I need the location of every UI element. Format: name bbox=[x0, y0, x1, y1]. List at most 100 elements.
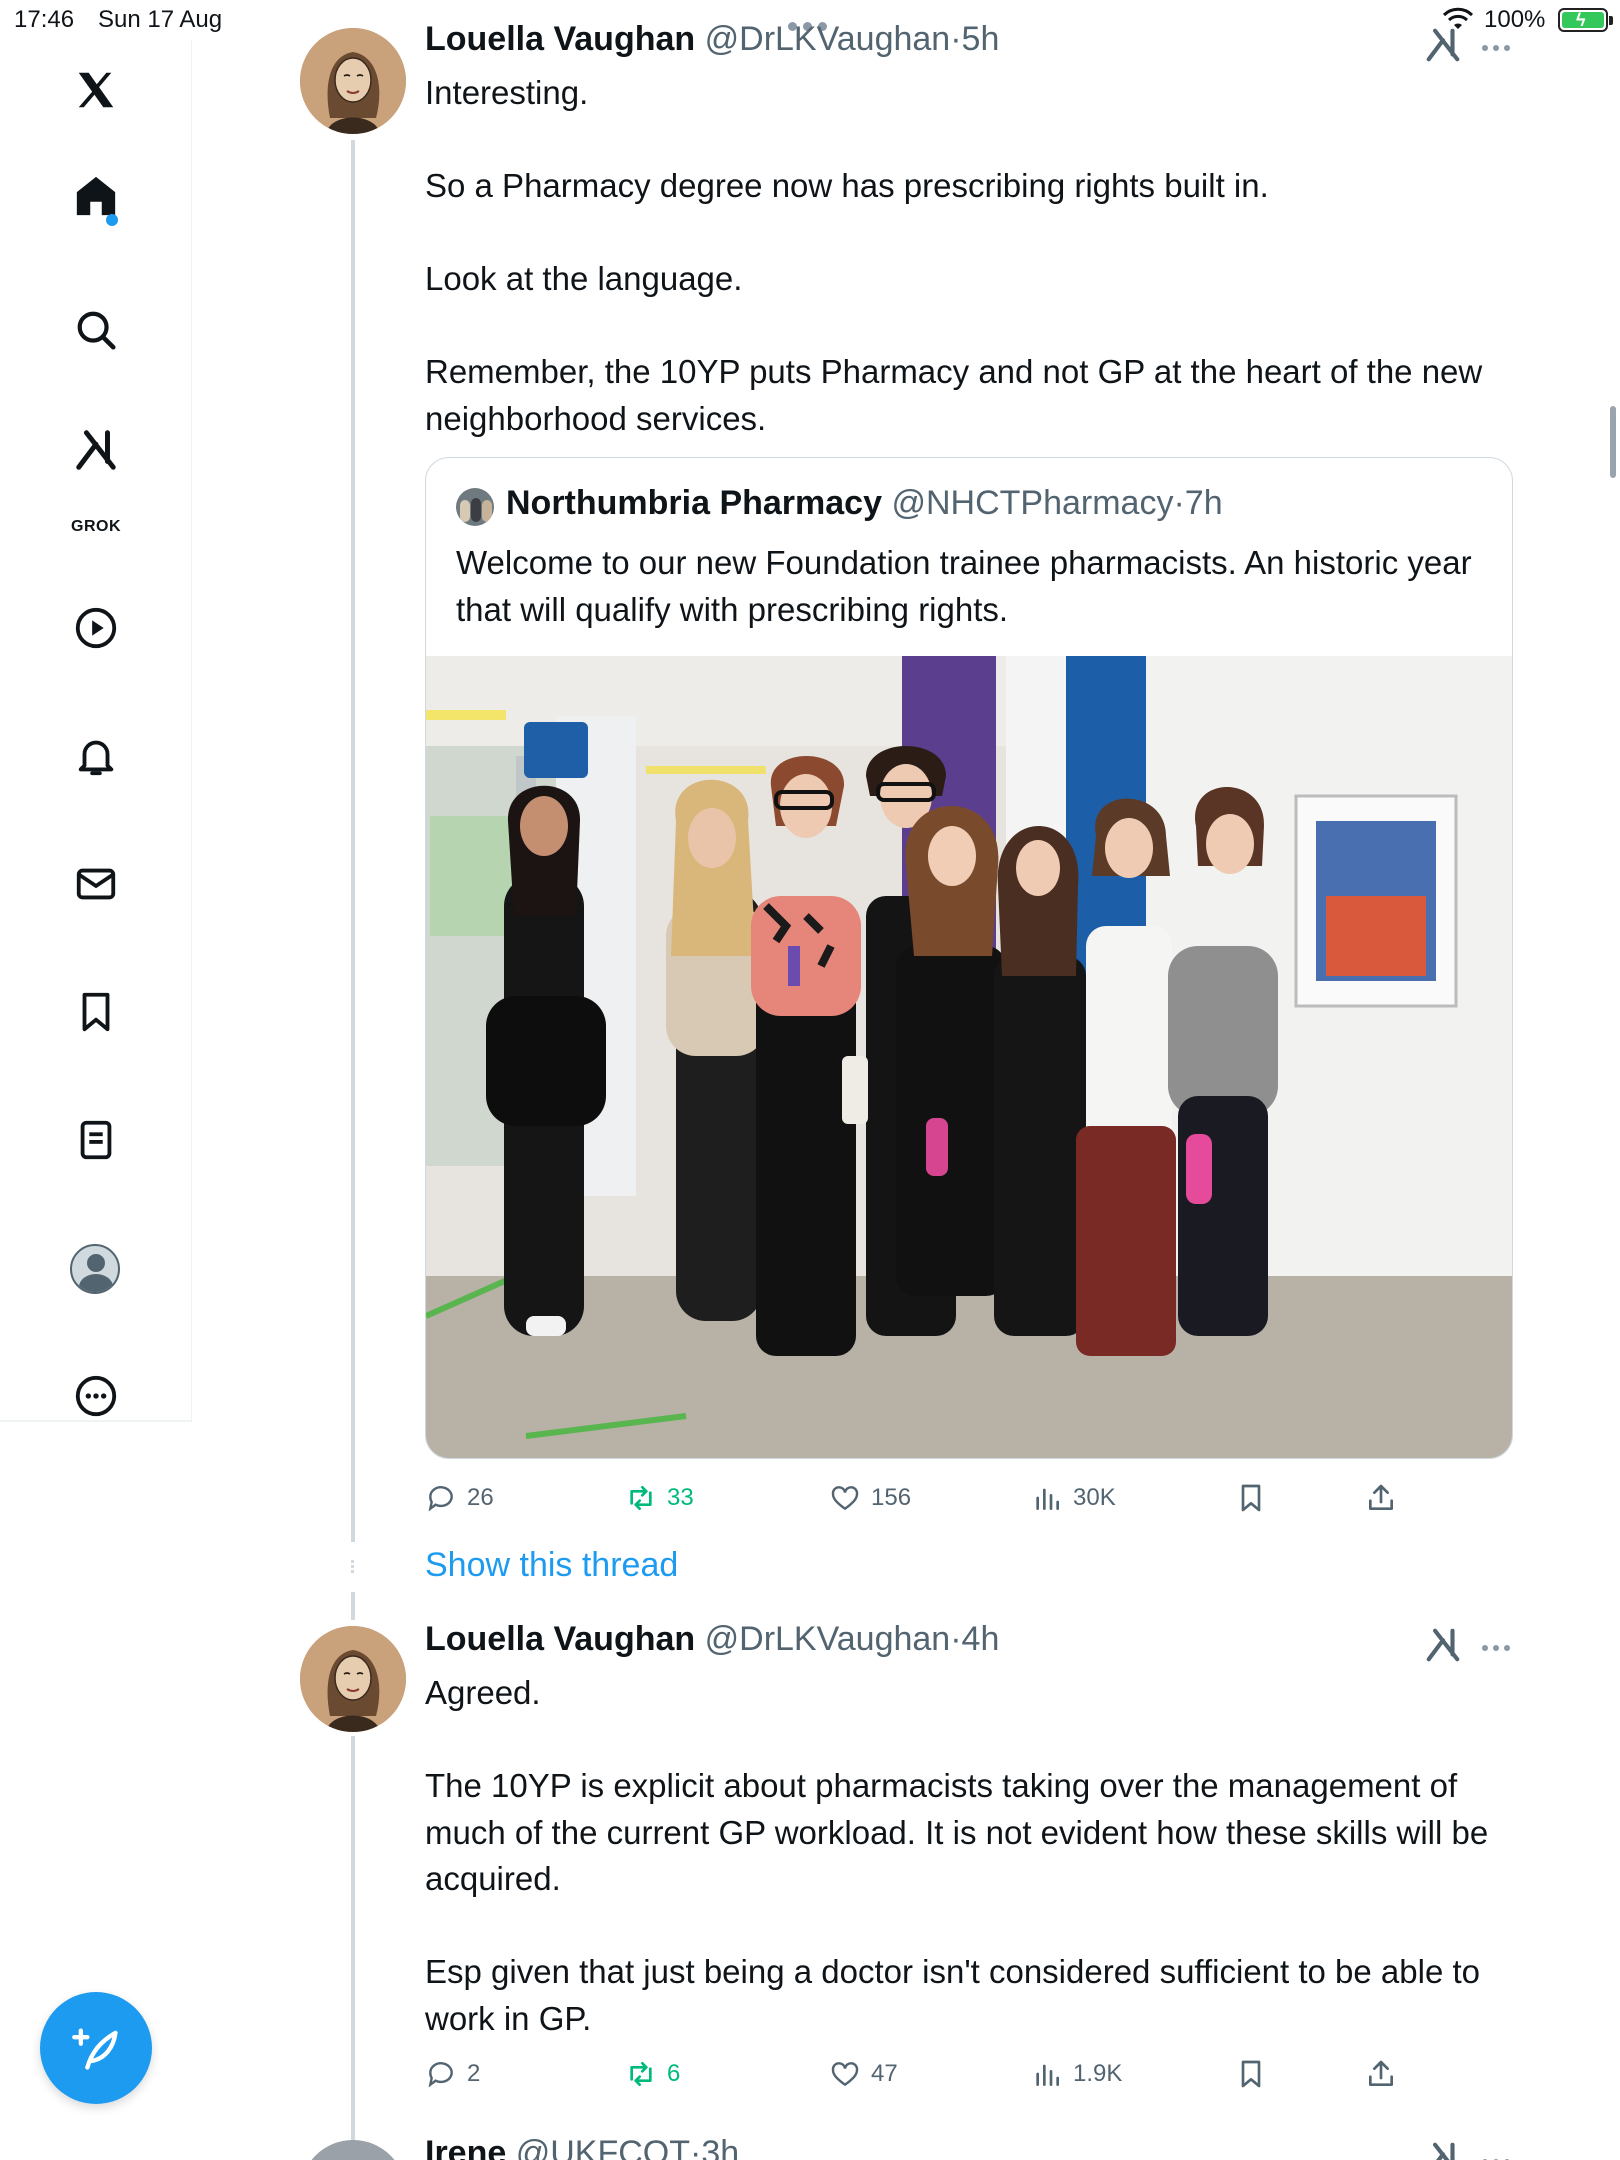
author-handle[interactable]: @DrLKVaughan bbox=[705, 20, 951, 58]
more-options-icon[interactable] bbox=[66, 1366, 126, 1426]
tweet-paragraph bbox=[425, 1717, 1525, 1764]
quoted-author-handle[interactable]: @NHCTPharmacy bbox=[891, 484, 1173, 522]
tweet-header: Louella Vaughan @DrLKVaughan·4h bbox=[425, 1620, 999, 1664]
video-icon[interactable] bbox=[66, 598, 126, 658]
tweet-paragraph bbox=[425, 117, 1525, 164]
status-date: Sun 17 Aug bbox=[98, 6, 223, 33]
x-logo-icon[interactable] bbox=[66, 60, 126, 120]
share-icon bbox=[1369, 1484, 1393, 1510]
next-author-handle[interactable]: @UKFCOT bbox=[516, 2134, 690, 2160]
tweet-paragraph: Agreed. bbox=[425, 1674, 541, 1711]
author-name[interactable]: Louella Vaughan bbox=[425, 1620, 695, 1658]
tweet-more-icon[interactable] bbox=[1482, 1638, 1522, 1652]
author-name[interactable]: Louella Vaughan bbox=[425, 20, 695, 58]
tweet-action-bar: 2 6 47 1.9K bbox=[425, 2054, 1425, 2094]
separator-dot: · bbox=[950, 20, 962, 58]
bookmarks-icon[interactable] bbox=[66, 982, 126, 1042]
next-author-name[interactable]: Irene bbox=[425, 2134, 506, 2160]
scrollbar[interactable] bbox=[1610, 406, 1616, 478]
grok-label: GROK bbox=[71, 518, 121, 535]
tweet-text: Interesting. So a Pharmacy degree now ha… bbox=[425, 70, 1525, 442]
views-count: 30K bbox=[1073, 1484, 1116, 1511]
tweet-more-icon[interactable] bbox=[1482, 38, 1522, 52]
views-chart-icon bbox=[1036, 1488, 1059, 1510]
tweet-text: Agreed. The 10YP is explicit about pharm… bbox=[425, 1670, 1525, 2042]
profile-avatar-icon[interactable] bbox=[70, 1244, 120, 1294]
grok-icon[interactable] bbox=[66, 420, 126, 480]
home-notification-dot bbox=[106, 214, 118, 226]
tweet-paragraph: So a Pharmacy degree now has prescribing… bbox=[425, 167, 1269, 204]
tweet-paragraph: Interesting. bbox=[425, 74, 589, 111]
reply-icon bbox=[428, 2062, 453, 2088]
heart-icon bbox=[831, 2062, 859, 2087]
group-photo-image[interactable] bbox=[426, 656, 1512, 1458]
share-button[interactable] bbox=[1365, 2054, 1407, 2094]
views-button[interactable]: 30K bbox=[1031, 1478, 1116, 1518]
share-icon bbox=[1369, 2060, 1393, 2086]
tweet-more-icon[interactable] bbox=[1482, 2152, 1522, 2160]
separator-dot: · bbox=[1173, 484, 1185, 522]
quoted-author-name[interactable]: Northumbria Pharmacy bbox=[506, 484, 882, 522]
like-count: 156 bbox=[871, 1484, 912, 1511]
author-avatar[interactable] bbox=[300, 28, 406, 134]
sidebar-divider bbox=[0, 1420, 192, 1422]
repost-button[interactable]: 33 bbox=[625, 1478, 694, 1518]
reply-count: 2 bbox=[467, 2060, 481, 2087]
reply-button[interactable]: 26 bbox=[425, 1478, 494, 1518]
tweet-paragraph: Remember, the 10YP puts Pharmacy and not… bbox=[425, 353, 1483, 437]
tweet-header: Louella Vaughan @DrLKVaughan·5h bbox=[425, 20, 999, 64]
notifications-bell-icon[interactable] bbox=[66, 726, 126, 786]
tweet-paragraph: Esp given that just being a doctor isn't… bbox=[425, 1953, 1481, 2037]
tweet-paragraph bbox=[425, 1903, 1525, 1950]
next-tweet-timestamp[interactable]: 3h bbox=[701, 2134, 739, 2160]
reply-icon bbox=[428, 1486, 453, 1512]
lists-icon[interactable] bbox=[66, 1110, 126, 1170]
like-button[interactable]: 156 bbox=[829, 1478, 911, 1518]
repost-count: 6 bbox=[667, 2060, 681, 2087]
share-button[interactable] bbox=[1365, 1478, 1407, 1518]
tweet-paragraph bbox=[425, 303, 1525, 350]
tweet-paragraph: Look at the language. bbox=[425, 260, 743, 297]
like-count: 47 bbox=[871, 2060, 898, 2087]
thread-connector-line bbox=[351, 1592, 355, 1620]
repost-count: 33 bbox=[667, 1484, 694, 1511]
author-avatar[interactable] bbox=[300, 1626, 406, 1732]
tweet-paragraph bbox=[425, 210, 1525, 257]
messages-envelope-icon[interactable] bbox=[66, 854, 126, 914]
tweet-action-bar: 26 33 156 30K bbox=[425, 1478, 1425, 1518]
bookmark-icon bbox=[1241, 2060, 1261, 2088]
show-thread-link[interactable]: Show this thread bbox=[425, 1546, 678, 1585]
separator-dot: · bbox=[690, 2134, 702, 2160]
grok-explain-icon[interactable] bbox=[1424, 1626, 1462, 1664]
author-handle[interactable]: @DrLKVaughan bbox=[705, 1620, 951, 1658]
quoted-tweet-header: Northumbria Pharmacy @NHCTPharmacy·7h bbox=[506, 484, 1223, 523]
grok-explain-icon[interactable] bbox=[1424, 26, 1462, 64]
repost-button[interactable]: 6 bbox=[625, 2054, 680, 2094]
tweet-paragraph: The 10YP is explicit about pharmacists t… bbox=[425, 1767, 1489, 1897]
tweet-timestamp[interactable]: 5h bbox=[962, 20, 1000, 58]
repost-icon bbox=[630, 2062, 652, 2086]
search-icon[interactable] bbox=[66, 300, 126, 360]
sidebar-nav: GROK bbox=[0, 40, 192, 1422]
thread-gap-dots bbox=[351, 1558, 355, 1582]
views-count: 1.9K bbox=[1073, 2060, 1123, 2087]
tweet-timestamp[interactable]: 4h bbox=[962, 1620, 1000, 1658]
quoted-tweet-card[interactable]: Northumbria Pharmacy @NHCTPharmacy·7h We… bbox=[425, 457, 1513, 1459]
like-button[interactable]: 47 bbox=[829, 2054, 898, 2094]
compose-post-button[interactable] bbox=[40, 1992, 152, 2104]
views-chart-icon bbox=[1036, 2064, 1059, 2086]
bookmark-button[interactable] bbox=[1235, 2054, 1277, 2094]
repost-icon bbox=[630, 1486, 652, 1510]
bookmark-button[interactable] bbox=[1235, 1478, 1277, 1518]
next-tweet-header: Irene @UKFCOT·3h bbox=[425, 2134, 739, 2160]
views-button[interactable]: 1.9K bbox=[1031, 2054, 1122, 2094]
quoted-tweet-timestamp[interactable]: 7h bbox=[1185, 484, 1223, 522]
reply-button[interactable]: 2 bbox=[425, 2054, 480, 2094]
grok-explain-icon[interactable] bbox=[1424, 2140, 1462, 2160]
next-author-avatar[interactable] bbox=[300, 2140, 406, 2160]
quoted-author-avatar[interactable] bbox=[456, 488, 494, 526]
bookmark-icon bbox=[1241, 1484, 1261, 1512]
quoted-tweet-text: Welcome to our new Foundation trainee ph… bbox=[456, 544, 1472, 628]
battery-icon: ϟ bbox=[1558, 8, 1613, 32]
thread-connector-line bbox=[351, 1736, 355, 2160]
